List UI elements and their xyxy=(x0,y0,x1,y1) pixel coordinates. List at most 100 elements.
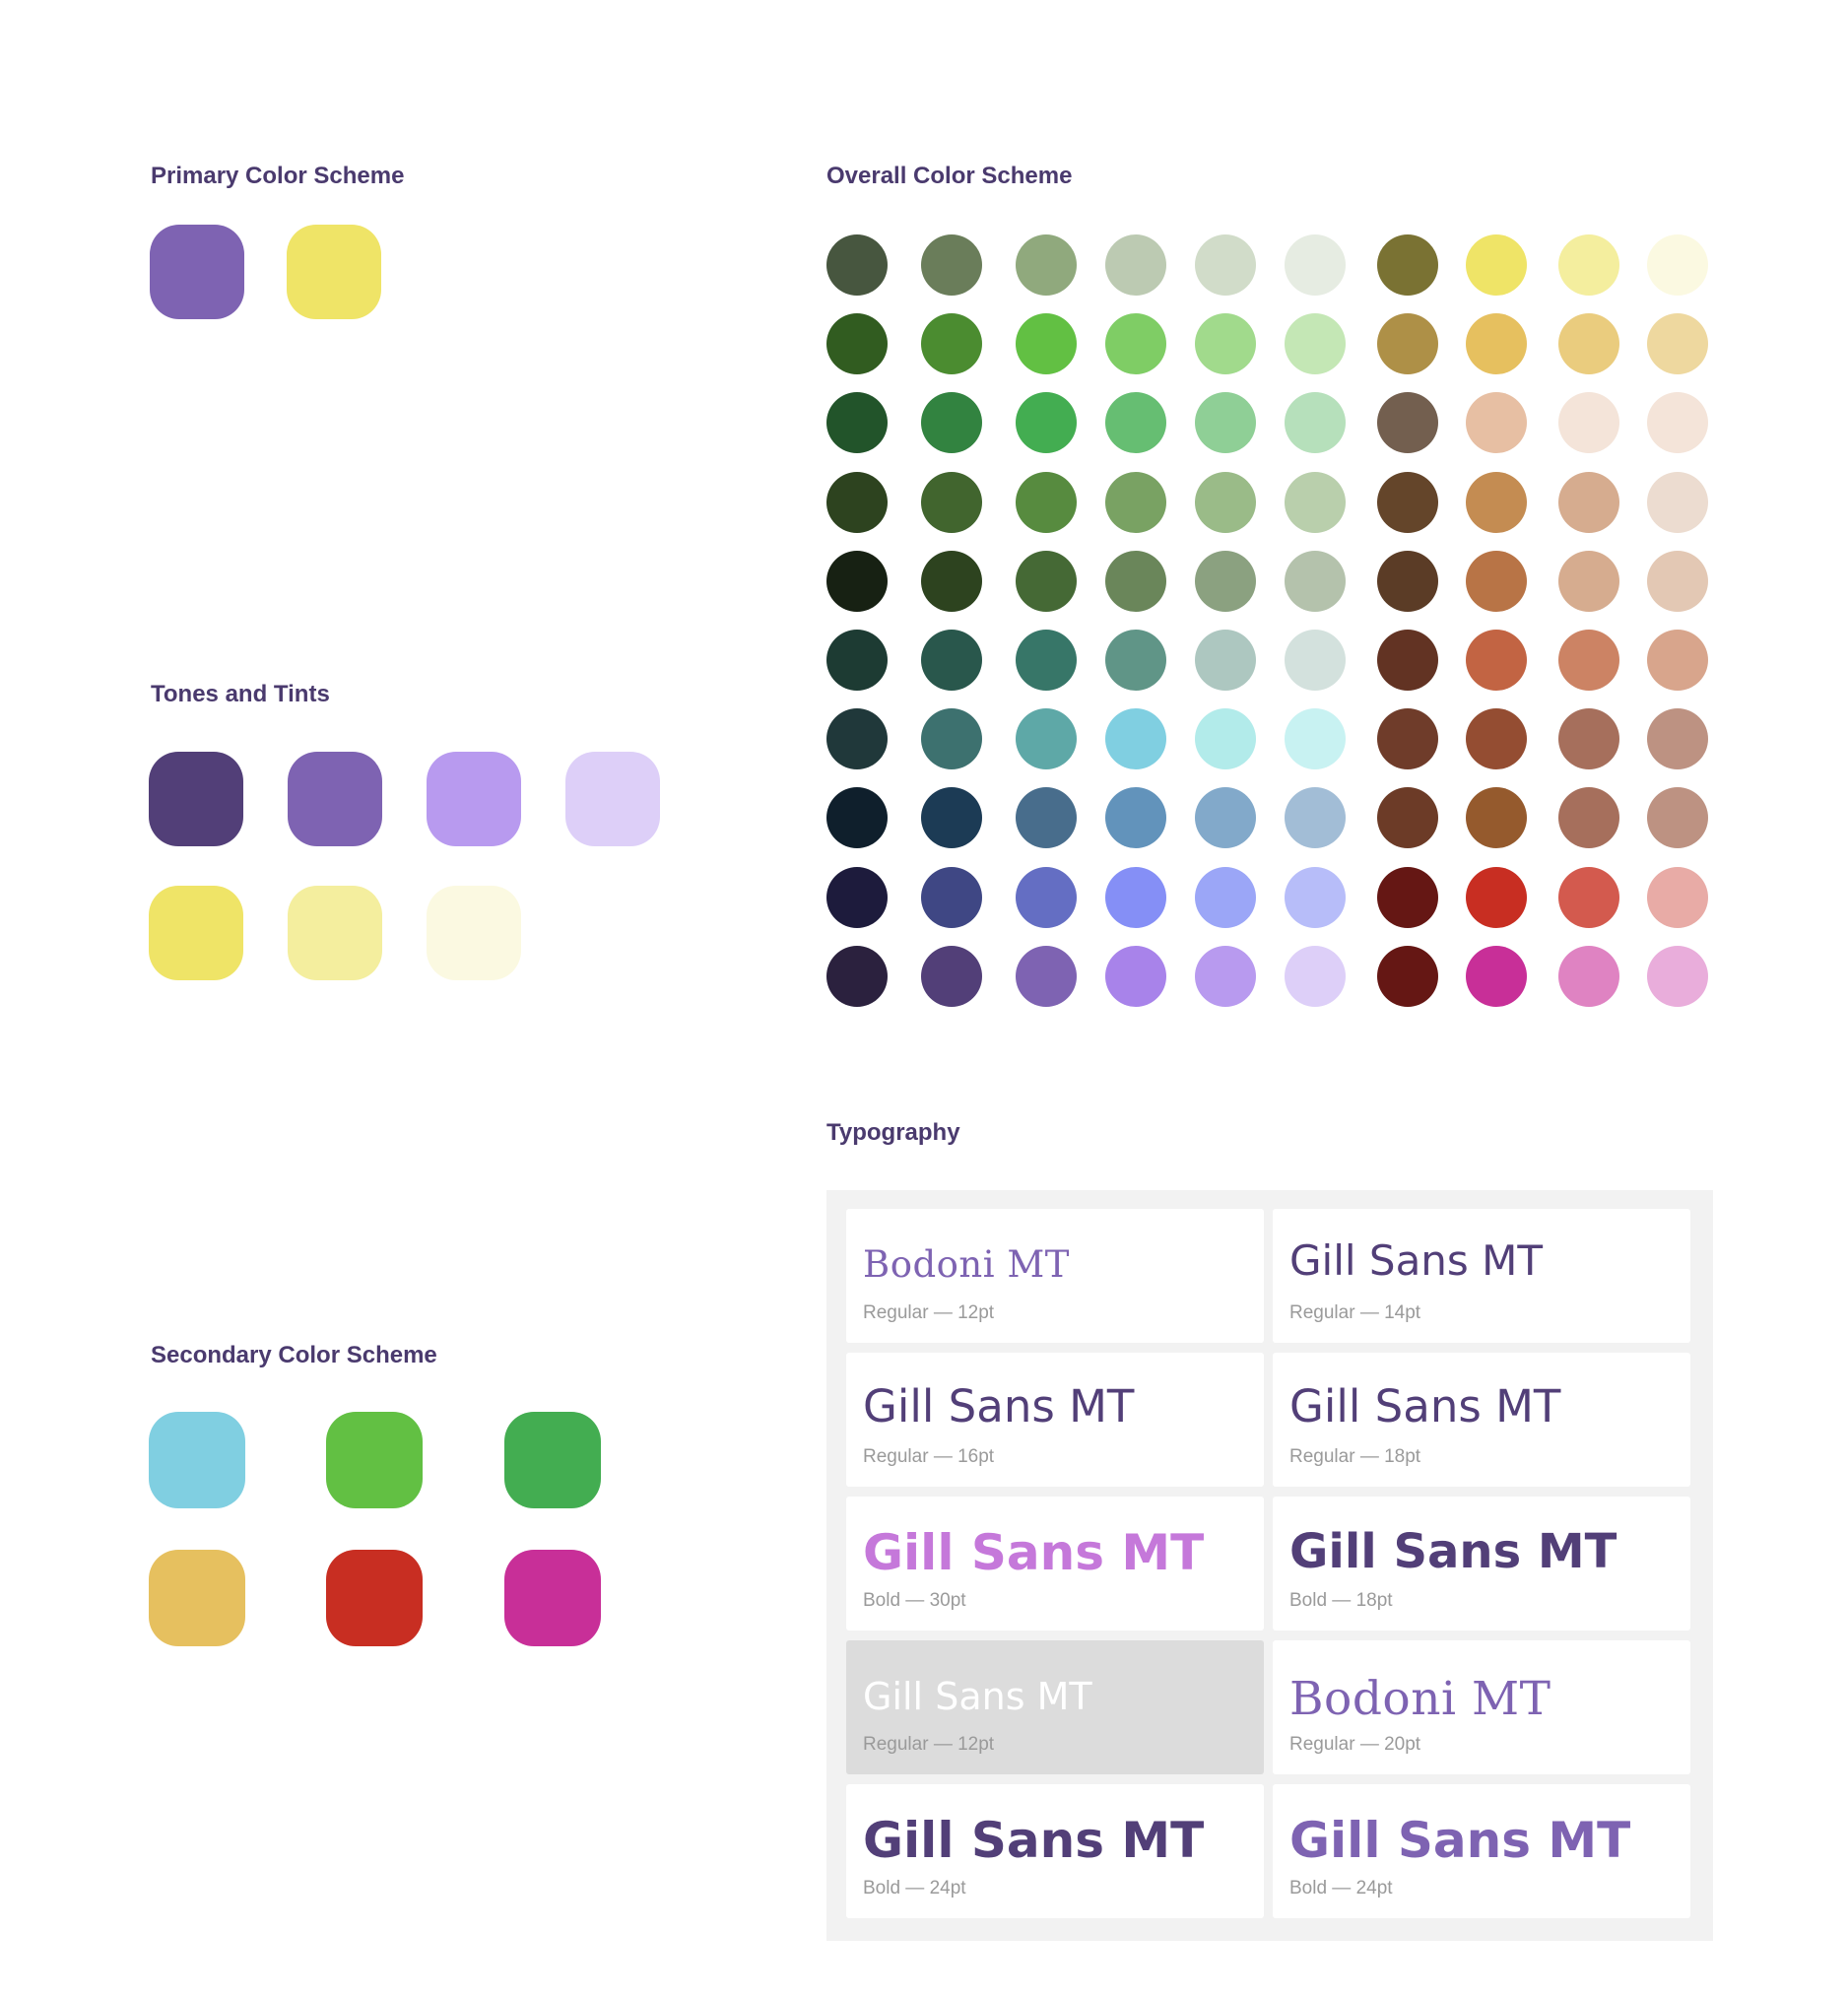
font-caption: Regular — 18pt xyxy=(1289,1446,1421,1467)
color-dot xyxy=(1285,392,1346,453)
color-dot xyxy=(826,946,888,1007)
color-dot xyxy=(921,708,982,769)
font-sample: Gill Sans MT xyxy=(1289,1524,1617,1579)
color-dot xyxy=(1195,551,1256,612)
color-dot xyxy=(921,472,982,533)
typography-card: Gill Sans MT Regular — 16pt xyxy=(846,1353,1264,1487)
typography-card: Bodoni MT Regular — 20pt xyxy=(1273,1640,1690,1774)
color-dot xyxy=(826,472,888,533)
color-dot xyxy=(826,708,888,769)
secondary-color-scheme-title: Secondary Color Scheme xyxy=(151,1342,437,1368)
color-dot xyxy=(1285,234,1346,296)
font-caption: Bold — 30pt xyxy=(863,1590,966,1611)
font-sample: Gill Sans MT xyxy=(863,1675,1092,1718)
color-dot xyxy=(1105,708,1166,769)
color-dot xyxy=(1285,551,1346,612)
overall-color-grid xyxy=(0,0,1848,1084)
font-sample: Bodoni MT xyxy=(1289,1672,1551,1726)
font-caption: Regular — 12pt xyxy=(863,1734,995,1755)
color-dot xyxy=(1016,867,1077,928)
secondary-swatch xyxy=(504,1412,601,1508)
color-dot xyxy=(1016,234,1077,296)
color-dot xyxy=(1558,867,1619,928)
color-dot xyxy=(1647,787,1708,848)
secondary-swatch xyxy=(326,1550,423,1646)
color-dot xyxy=(921,630,982,691)
color-dot xyxy=(1466,708,1527,769)
color-dot xyxy=(1466,630,1527,691)
font-sample: Gill Sans MT xyxy=(863,1380,1135,1432)
typography-card: Gill Sans MT Bold — 24pt xyxy=(1273,1784,1690,1918)
color-dot xyxy=(1558,946,1619,1007)
color-dot xyxy=(1466,867,1527,928)
color-dot xyxy=(1105,234,1166,296)
color-dot xyxy=(1558,630,1619,691)
color-dot xyxy=(1558,313,1619,374)
color-dot xyxy=(1466,313,1527,374)
color-dot xyxy=(826,234,888,296)
color-dot xyxy=(1105,787,1166,848)
font-caption: Bold — 18pt xyxy=(1289,1590,1393,1611)
color-dot xyxy=(1377,867,1438,928)
color-dot xyxy=(1285,787,1346,848)
color-dot xyxy=(1016,708,1077,769)
color-dot xyxy=(1195,313,1256,374)
color-dot xyxy=(826,392,888,453)
color-dot xyxy=(921,787,982,848)
color-dot xyxy=(1377,234,1438,296)
color-dot xyxy=(1195,234,1256,296)
color-dot xyxy=(1195,867,1256,928)
color-dot xyxy=(1558,551,1619,612)
color-dot xyxy=(921,313,982,374)
color-dot xyxy=(1377,472,1438,533)
color-dot xyxy=(1016,313,1077,374)
color-dot xyxy=(1105,630,1166,691)
color-dot xyxy=(826,630,888,691)
color-dot xyxy=(1195,708,1256,769)
color-dot xyxy=(1466,551,1527,612)
font-sample: Gill Sans MT xyxy=(1289,1236,1544,1285)
color-dot xyxy=(1016,551,1077,612)
color-dot xyxy=(826,867,888,928)
typography-card: Gill Sans MT Bold — 24pt xyxy=(846,1784,1264,1918)
color-dot xyxy=(1466,472,1527,533)
color-dot xyxy=(1377,787,1438,848)
color-dot xyxy=(1285,630,1346,691)
font-sample: Bodoni MT xyxy=(863,1243,1070,1286)
color-dot xyxy=(1647,551,1708,612)
color-dot xyxy=(1285,867,1346,928)
color-dot xyxy=(1016,472,1077,533)
color-dot xyxy=(826,551,888,612)
color-dot xyxy=(1558,392,1619,453)
color-dot xyxy=(1105,472,1166,533)
color-dot xyxy=(1105,551,1166,612)
font-sample: Gill Sans MT xyxy=(863,1524,1205,1581)
color-dot xyxy=(1377,313,1438,374)
color-dot xyxy=(1647,708,1708,769)
color-dot xyxy=(1647,867,1708,928)
color-dot xyxy=(921,234,982,296)
color-dot xyxy=(1466,392,1527,453)
color-dot xyxy=(1558,234,1619,296)
typography-card: Gill Sans MT Regular — 18pt xyxy=(1273,1353,1690,1487)
typography-card: Gill Sans MT Bold — 30pt xyxy=(846,1497,1264,1631)
color-dot xyxy=(1377,551,1438,612)
color-dot xyxy=(1195,787,1256,848)
color-dot xyxy=(1377,708,1438,769)
color-dot xyxy=(921,946,982,1007)
color-dot xyxy=(1016,630,1077,691)
color-dot xyxy=(1016,392,1077,453)
color-dot xyxy=(1285,946,1346,1007)
color-dot xyxy=(1016,946,1077,1007)
font-caption: Regular — 12pt xyxy=(863,1302,995,1323)
color-dot xyxy=(1647,472,1708,533)
color-dot xyxy=(1377,630,1438,691)
color-dot xyxy=(1105,946,1166,1007)
typography-card: Gill Sans MT Regular — 12pt xyxy=(846,1640,1264,1774)
color-dot xyxy=(921,392,982,453)
typography-card: Gill Sans MT Bold — 18pt xyxy=(1273,1497,1690,1631)
font-caption: Bold — 24pt xyxy=(1289,1878,1393,1898)
color-dot xyxy=(1105,313,1166,374)
color-dot xyxy=(1466,234,1527,296)
color-dot xyxy=(1558,472,1619,533)
